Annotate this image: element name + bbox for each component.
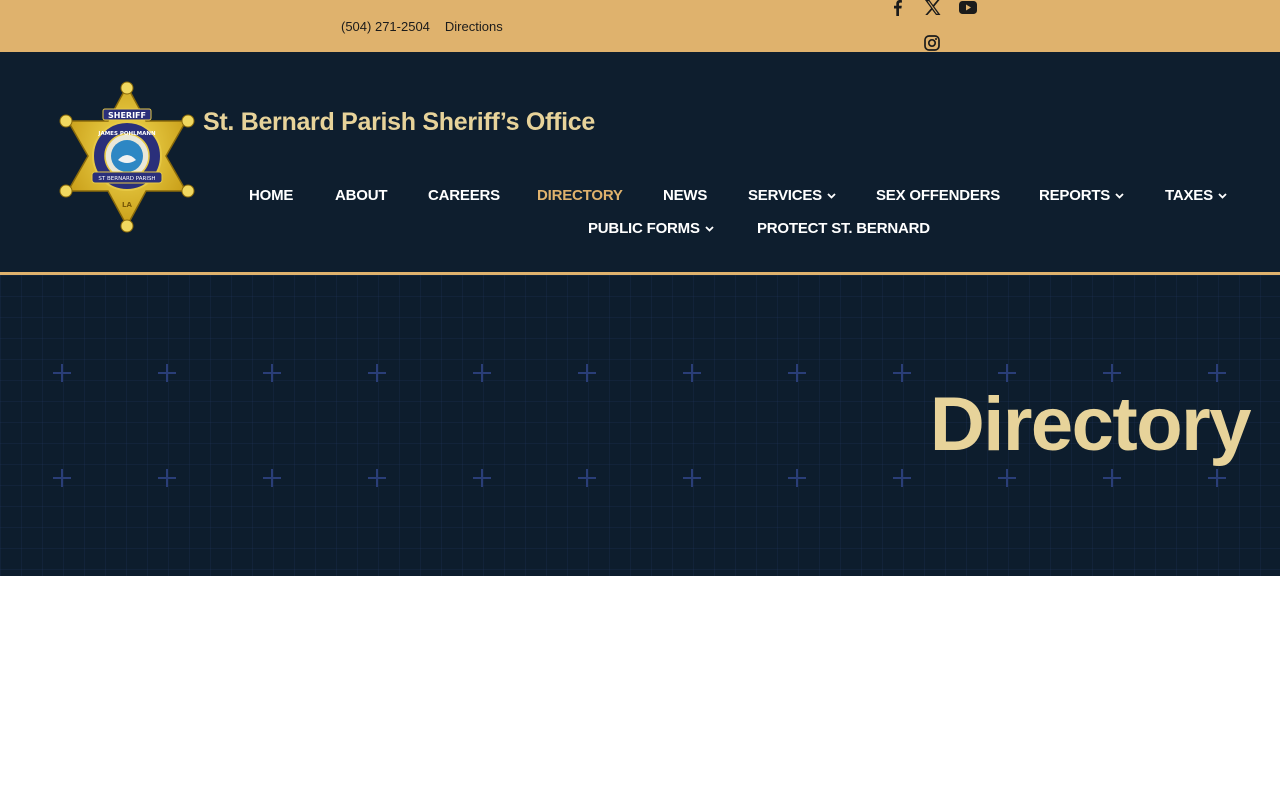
plus-mark [683,364,701,382]
nav-public-forms-label: PUBLIC FORMS [588,220,700,237]
contact-links: (504) 271-2504 Directions [341,19,503,34]
nav-reports-label: REPORTS [1039,187,1111,204]
plus-mark [1208,364,1226,382]
nav-news-label: NEWS [663,187,708,204]
plus-mark [158,469,176,487]
chevron-down-icon [827,192,836,199]
nav-news[interactable]: NEWS [663,187,707,204]
plus-mark [263,364,281,382]
plus-mark [473,469,491,487]
nav-sex-offenders[interactable]: SEX OFFENDERS [876,187,1000,204]
plus-mark [368,469,386,487]
logo-parish-text: ST BERNARD PARISH [98,176,155,182]
plus-mark [998,469,1016,487]
nav-protect-st-bernard[interactable]: PROTECT ST. BERNARD [757,220,930,237]
plus-mark [893,364,911,382]
nav-directory-label: DIRECTORY [537,187,623,204]
plus-mark [263,469,281,487]
logo-name-text: JAMES POHLMANN [97,131,156,137]
nav-careers-label: CAREERS [428,187,500,204]
nav-services[interactable]: SERVICES [748,187,836,204]
nav-about-label: ABOUT [335,187,388,204]
plus-mark [578,469,596,487]
plus-mark [788,364,806,382]
nav-public-forms[interactable]: PUBLIC FORMS [588,220,714,237]
plus-mark [53,364,71,382]
nav-taxes-label: TAXES [1165,187,1213,204]
plus-mark [788,469,806,487]
sheriff-badge-logo[interactable]: SHERIFF JAMES POHLMANN ST BERNARD PARISH… [56,80,198,234]
nav-about[interactable]: ABOUT [335,187,388,204]
nav-protect-label: PROTECT ST. BERNARD [757,220,930,237]
page-title: Directory [929,382,1252,467]
plus-mark [998,364,1016,382]
youtube-icon[interactable] [959,1,977,15]
nav-careers[interactable]: CAREERS [428,187,500,204]
directions-link[interactable]: Directions [445,19,503,34]
nav-sex-offenders-label: SEX OFFENDERS [876,187,1001,204]
nav-taxes[interactable]: TAXES [1165,187,1227,204]
plus-mark [578,364,596,382]
nav-home-label: HOME [249,187,294,204]
plus-mark [1103,364,1121,382]
logo-bottom-text: LA [122,201,132,209]
nav-directory[interactable]: DIRECTORY [537,187,623,204]
plus-mark [683,469,701,487]
chevron-down-icon [1218,192,1227,199]
plus-mark [893,469,911,487]
plus-mark [473,364,491,382]
site-title[interactable]: St. Bernard Parish Sheriff’s Office [203,108,595,137]
top-bar: (504) 271-2504 Directions [0,0,1280,52]
plus-mark [53,469,71,487]
chevron-down-icon [705,225,714,232]
nav-services-label: SERVICES [748,187,822,204]
facebook-icon[interactable] [890,0,904,17]
nav-home[interactable]: HOME [249,187,293,204]
instagram-icon[interactable] [924,35,940,51]
x-icon[interactable] [924,0,941,16]
page-hero: Directory [0,275,1280,576]
phone-link[interactable]: (504) 271-2504 [341,19,430,34]
plus-mark [368,364,386,382]
logo-top-text: SHERIFF [108,111,146,120]
chevron-down-icon [1115,192,1124,199]
plus-mark [1208,469,1226,487]
plus-mark [1103,469,1121,487]
plus-mark [158,364,176,382]
nav-reports[interactable]: REPORTS [1039,187,1124,204]
